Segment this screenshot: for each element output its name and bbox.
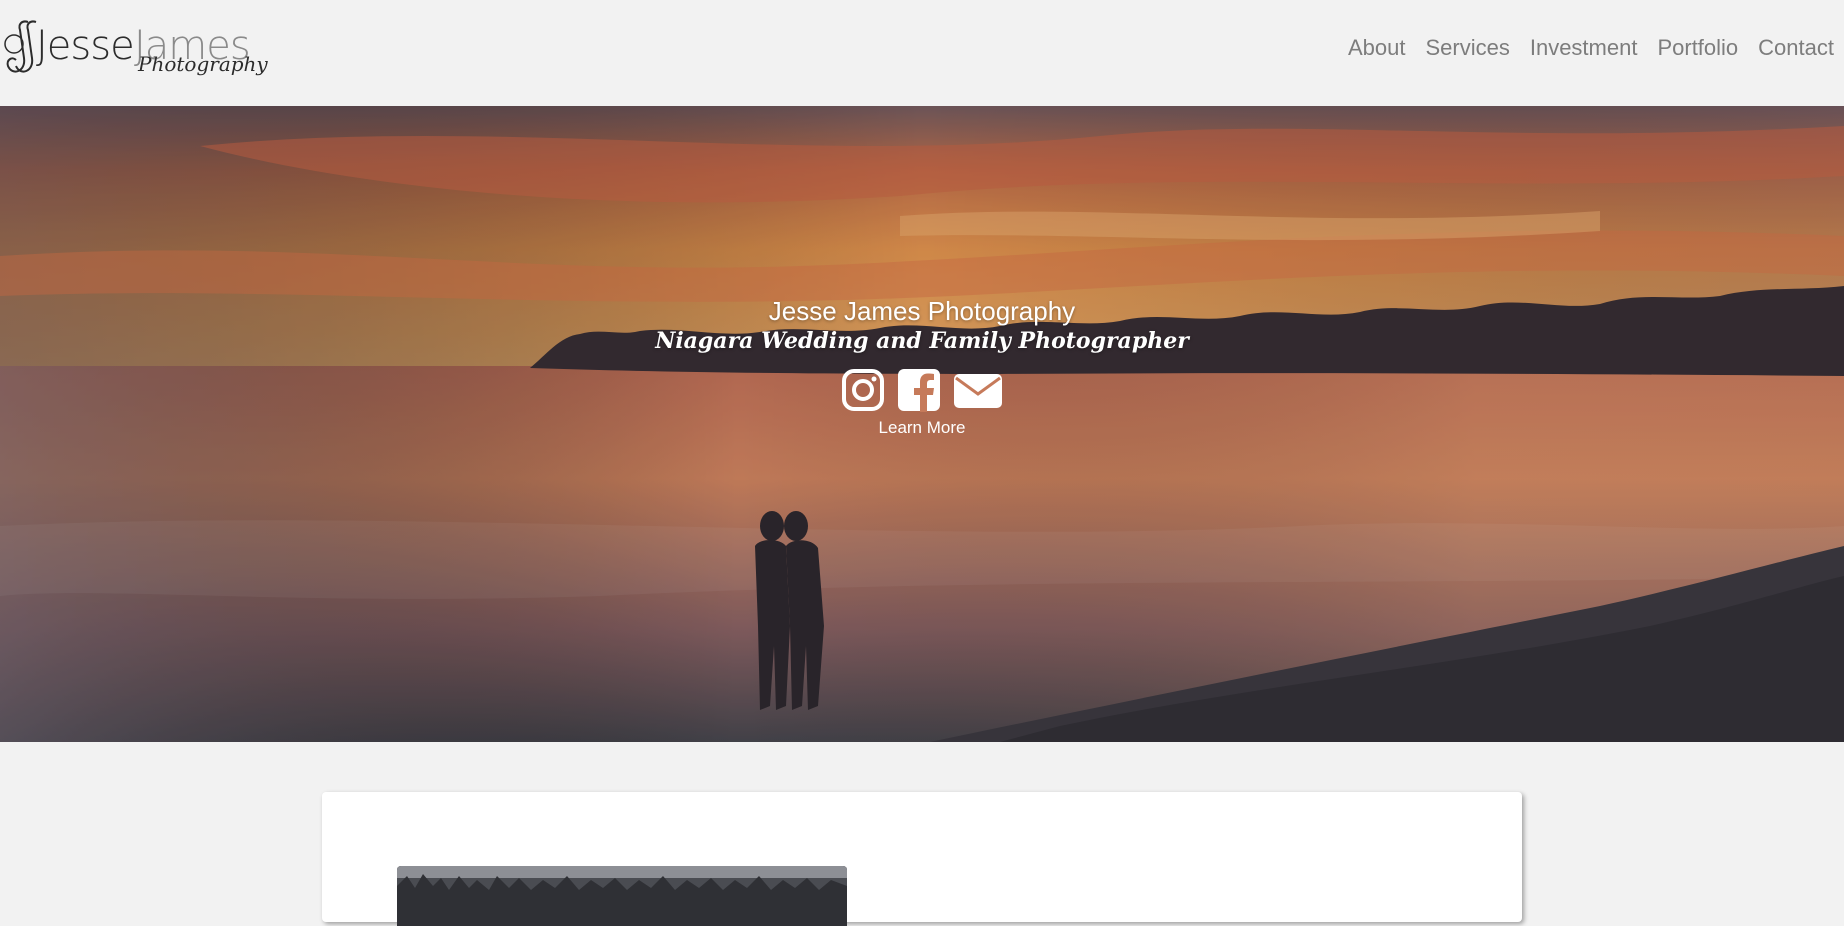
nav-item-contact[interactable]: Contact	[1758, 35, 1834, 61]
nav-item-investment[interactable]: Investment	[1530, 35, 1638, 61]
site-header: Jesse James Photography About Services I…	[0, 0, 1844, 106]
nav-item-services[interactable]: Services	[1425, 35, 1509, 61]
logo-text-photography: Photography	[138, 52, 268, 76]
content-card	[322, 792, 1522, 926]
learn-more-wrap: Learn More	[0, 418, 1844, 438]
hero-title: Jesse James Photography	[768, 296, 1076, 326]
site-logo[interactable]: Jesse James Photography	[0, 14, 268, 84]
card-photo	[397, 866, 847, 926]
hero-subtitle: Niagara Wedding and Family Photographer	[655, 328, 1189, 354]
logo-text-jesse: Jesse	[36, 23, 135, 69]
social-links	[0, 368, 1844, 416]
email-icon[interactable]	[953, 368, 1003, 416]
hero-banner: Jesse James Photography Niagara Wedding …	[0, 106, 1844, 742]
main-nav: About Services Investment Portfolio Cont…	[1348, 35, 1834, 61]
learn-more-link[interactable]: Learn More	[879, 418, 966, 437]
nav-item-about[interactable]: About	[1348, 35, 1406, 61]
instagram-icon[interactable]	[841, 368, 885, 416]
facebook-icon[interactable]	[897, 368, 941, 416]
nav-item-portfolio[interactable]: Portfolio	[1657, 35, 1738, 61]
